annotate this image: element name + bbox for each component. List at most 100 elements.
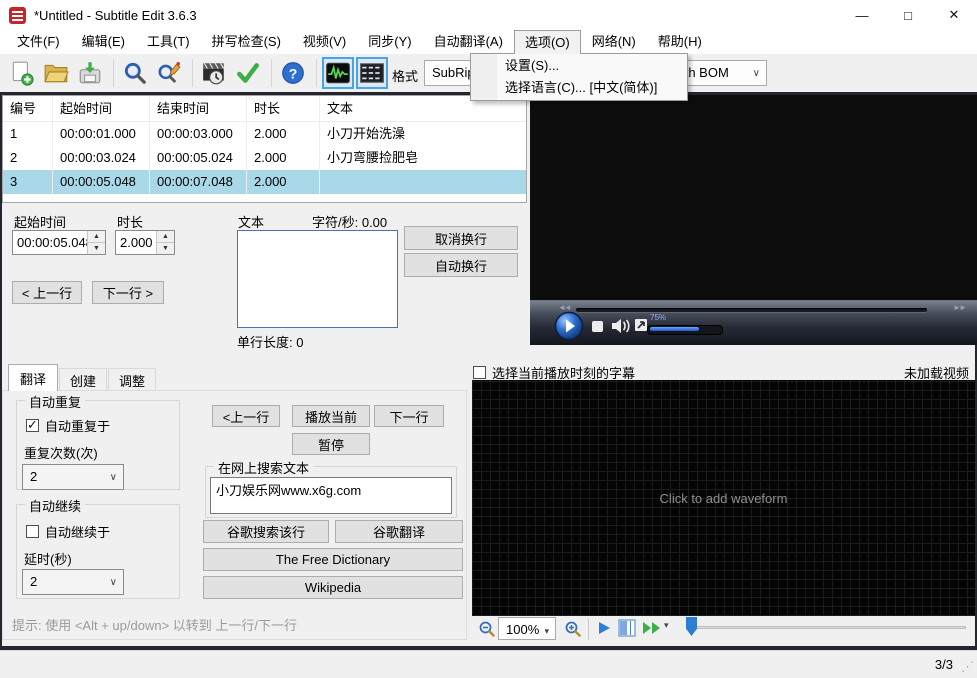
volume-slider[interactable] <box>647 325 723 335</box>
google-translate-button[interactable]: 谷歌翻译 <box>335 520 463 543</box>
help-button[interactable]: ? <box>277 57 309 89</box>
menu-help[interactable]: 帮助(H) <box>647 30 713 54</box>
delay-combobox[interactable]: 2 ∨ <box>22 569 124 595</box>
toolbar-separator <box>113 59 114 87</box>
checkbox-unchecked-icon[interactable] <box>26 525 39 538</box>
cell-number: 1 <box>3 122 53 146</box>
spin-down-icon[interactable]: ▼ <box>88 243 105 254</box>
visual-sync-button[interactable] <box>198 57 230 89</box>
google-search-line-button[interactable]: 谷歌搜索该行 <box>203 520 329 543</box>
play-button[interactable] <box>554 311 584 341</box>
duration-spinner[interactable]: 2.000 ▲ ▼ <box>115 230 175 255</box>
single-line-length-label: 单行长度: 0 <box>237 335 304 350</box>
table-row[interactable]: 2 00:00:03.024 00:00:05.024 2.000 小刀弯腰捡肥… <box>3 146 526 170</box>
cell-number: 2 <box>3 146 53 170</box>
start-time-spinner[interactable]: 00:00:05.048 ▲ ▼ <box>12 230 106 255</box>
spin-up-icon[interactable]: ▲ <box>88 231 105 243</box>
column-header-duration[interactable]: 时长 <box>247 96 320 121</box>
close-button[interactable]: ✕ <box>931 0 977 30</box>
play-current-button[interactable]: 播放当前 <box>292 405 370 427</box>
menu-autotranslate[interactable]: 自动翻译(A) <box>423 30 514 54</box>
cell-text: 小刀弯腰捡肥皂 <box>327 150 419 165</box>
stop-button[interactable] <box>592 321 603 332</box>
free-dictionary-button[interactable]: The Free Dictionary <box>203 548 463 571</box>
previous-line-button-translate[interactable]: <上一行 <box>212 405 280 427</box>
auto-continue-checkbox-row[interactable]: 自动继续于 <box>26 522 110 541</box>
hint-label: 提示: 使用 <Alt + up/down> 以转到 上一行/下一行 <box>12 618 297 633</box>
table-row-selected[interactable]: 3 00:00:05.048 00:00:07.048 2.000 <box>3 170 526 194</box>
column-header-start[interactable]: 起始时间 <box>53 96 150 121</box>
table-row[interactable]: 1 00:00:01.000 00:00:03.000 2.000 小刀开始洗澡 <box>3 122 526 146</box>
menu-spellcheck[interactable]: 拼写检查(S) <box>201 30 292 54</box>
open-file-button[interactable] <box>40 57 72 89</box>
menu-bar: 文件(F) 编辑(E) 工具(T) 拼写检查(S) 视频(V) 同步(Y) 自动… <box>0 30 977 54</box>
column-header-number[interactable]: 编号 <box>3 96 53 121</box>
video-position-icon[interactable] <box>618 619 636 637</box>
waveform-area[interactable]: Click to add waveform <box>472 380 975 616</box>
previous-line-button[interactable]: < 上一行 <box>12 281 82 304</box>
fullscreen-icon[interactable] <box>634 318 648 332</box>
search-replace-icon <box>158 62 181 83</box>
waveform-icon <box>326 62 350 84</box>
zoom-out-icon[interactable] <box>478 620 496 638</box>
next-line-button[interactable]: 下一行 > <box>92 281 164 304</box>
subtitle-text-textarea[interactable] <box>237 230 398 328</box>
menu-item-settings[interactable]: 设置(S)... <box>471 55 687 77</box>
seek-forward-icon[interactable]: ►► <box>953 303 967 312</box>
waveform-placeholder: Click to add waveform <box>659 490 788 506</box>
tab-create[interactable]: 创建 <box>59 368 107 391</box>
menu-file[interactable]: 文件(F) <box>6 30 71 54</box>
tab-adjust[interactable]: 调整 <box>108 368 156 391</box>
video-display[interactable]: ◄◄ ►► 75% <box>530 95 977 345</box>
spin-up-icon[interactable]: ▲ <box>157 231 174 243</box>
wikipedia-button[interactable]: Wikipedia <box>203 576 463 599</box>
subtitle-list-header[interactable]: 编号 起始时间 结束时间 时长 文本 <box>3 96 526 122</box>
maximize-button[interactable]: □ <box>885 0 931 30</box>
slider-thumb[interactable] <box>686 617 697 636</box>
chevron-down-icon[interactable]: ▾ <box>664 620 669 631</box>
column-header-end[interactable]: 结束时间 <box>150 96 247 121</box>
menu-sync[interactable]: 同步(Y) <box>357 30 422 54</box>
spell-check-button[interactable] <box>232 57 264 89</box>
menu-video[interactable]: 视频(V) <box>292 30 357 54</box>
waveform-play-icon[interactable] <box>596 620 612 636</box>
menu-options[interactable]: 选项(O) <box>513 30 581 54</box>
fast-forward-icon[interactable] <box>642 620 662 636</box>
save-button[interactable] <box>74 57 106 89</box>
volume-icon[interactable] <box>610 316 632 336</box>
video-seek-bar[interactable] <box>576 308 927 312</box>
tab-translate[interactable]: 翻译 <box>8 364 58 391</box>
application-window: *Untitled - Subtitle Edit 3.6.3 — □ ✕ 文件… <box>0 0 977 678</box>
duration-label: 时长 <box>117 215 144 230</box>
spin-down-icon[interactable]: ▼ <box>157 243 174 254</box>
web-search-input[interactable]: 小刀娱乐网www.x6g.com <box>210 477 452 514</box>
auto-break-button[interactable]: 自动换行 <box>404 253 518 277</box>
new-file-button[interactable] <box>6 57 38 89</box>
replace-button[interactable] <box>153 57 185 89</box>
checkbox-checked-icon[interactable] <box>26 417 39 433</box>
menu-network[interactable]: 网络(N) <box>581 30 647 54</box>
repeat-count-combobox[interactable]: 2 ∨ <box>22 464 124 490</box>
find-button[interactable] <box>119 57 151 89</box>
menu-tools[interactable]: 工具(T) <box>136 30 201 54</box>
toggle-waveform-button[interactable] <box>322 57 354 89</box>
minimize-button[interactable]: — <box>839 0 885 30</box>
resize-grip-icon[interactable]: ⋰ <box>961 659 974 675</box>
auto-repeat-checkbox-row[interactable]: 自动重复于 <box>26 416 110 435</box>
auto-repeat-checkbox-label: 自动重复于 <box>45 419 111 434</box>
next-line-button-translate[interactable]: 下一行 <box>374 405 444 427</box>
waveform-zoom-combobox[interactable]: 100% ▾ <box>498 617 556 640</box>
cell-start: 00:00:03.024 <box>53 146 150 170</box>
toolbar-separator <box>316 59 317 87</box>
menu-edit[interactable]: 编辑(E) <box>71 30 136 54</box>
zoom-in-icon[interactable] <box>564 620 582 638</box>
web-search-group: 在网上搜索文本 小刀娱乐网www.x6g.com <box>205 458 457 518</box>
pause-button[interactable]: 暂停 <box>292 433 370 455</box>
menu-item-choose-language[interactable]: 选择语言(C)... [中文(简体)] <box>471 77 687 99</box>
toggle-video-button[interactable] <box>356 57 388 89</box>
checkbox-unchecked-icon[interactable] <box>473 366 486 379</box>
unbreak-button[interactable]: 取消换行 <box>404 226 518 250</box>
waveform-position-slider[interactable] <box>686 626 966 629</box>
cell-start: 00:00:01.000 <box>53 122 150 146</box>
format-label: 格式 <box>392 69 419 84</box>
